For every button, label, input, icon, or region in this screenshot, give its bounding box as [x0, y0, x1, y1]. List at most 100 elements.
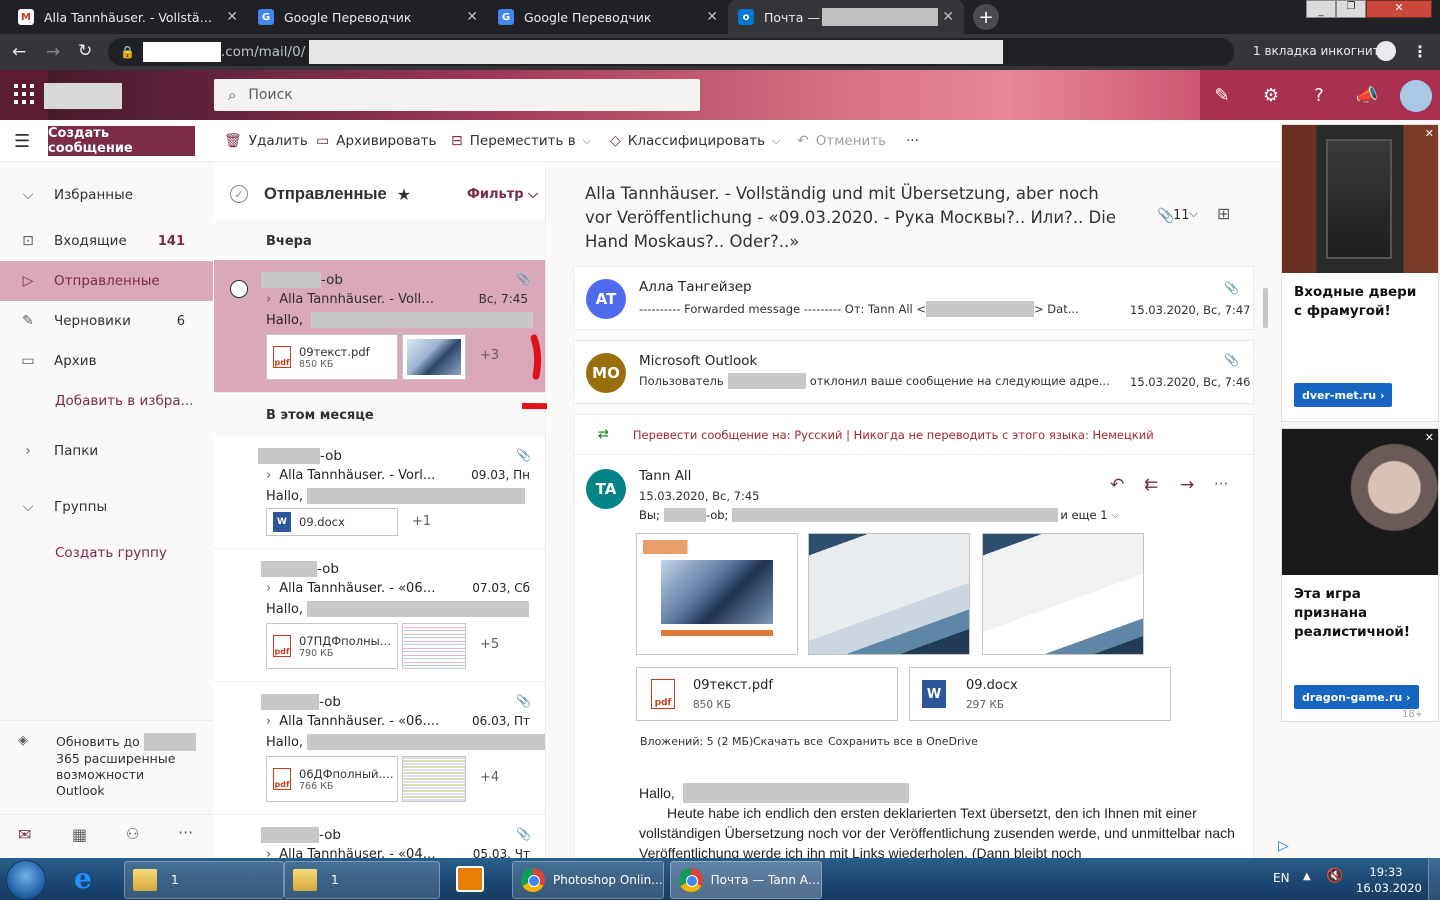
new-tab-button[interactable]: + — [973, 4, 999, 30]
attachment-chip[interactable]: pdf 07ПДФполный.... 790 КБ — [266, 623, 398, 669]
list-item[interactable]: -ob 📎 › Alla Tannhäuser. - Volls... Вс, … — [214, 260, 545, 393]
favorites-toggle[interactable]: ⌵ Избранные — [0, 175, 213, 215]
categorize-button[interactable]: ◇ Классифицировать ⌵ — [610, 120, 780, 162]
image-attachment[interactable] — [808, 533, 970, 655]
download-all-link[interactable]: Скачать все — [753, 735, 823, 748]
list-item[interactable]: -ob 📎 › Alla Tannhäuser. - Vorl... 09.03… — [214, 436, 545, 549]
close-icon[interactable]: ✕ — [942, 9, 954, 25]
restore-button[interactable]: ❐ — [1336, 0, 1366, 18]
nav-drafts[interactable]: ✎ Черновики 6 — [0, 301, 213, 341]
more-apps-icon[interactable]: ··· — [178, 823, 193, 842]
new-message-button[interactable]: Создать сообщение — [48, 126, 195, 156]
list-item[interactable]: -ob 📎 › Alla Tannhäuser. - «06.... 06.03… — [214, 682, 545, 815]
start-button[interactable] — [6, 860, 46, 900]
reply-all-icon[interactable]: ⇇ — [1144, 475, 1158, 495]
attachment-chip[interactable]: pdf 09текст.pdf 850 КБ — [266, 334, 398, 380]
ad-card[interactable]: ✕ Эта игра признана реалистичной! dragon… — [1281, 428, 1439, 722]
taskbar-chrome-mail[interactable]: Почта — Tann Al... — [670, 861, 822, 899]
volume-muted-icon[interactable]: 🔇 — [1326, 868, 1343, 884]
people-icon[interactable]: ⚇ — [126, 825, 139, 843]
nav-archive[interactable]: ▭ Архив — [0, 341, 213, 381]
app-launcher-icon[interactable] — [14, 84, 34, 104]
upgrade-banner[interactable]: ◈ Обновить до 365 расширенные возможност… — [0, 720, 213, 808]
file-attachment[interactable]: pdf 09текст.pdf 850 КБ — [636, 667, 898, 721]
browser-tab-translate-1[interactable]: G Google Переводчик ✕ — [248, 0, 488, 34]
ad-card[interactable]: ✕ Входные двери с фрамугой! dver-met.ru … — [1281, 124, 1439, 422]
list-item[interactable]: -ob › Alla Tannhäuser. - «06-... 07.03, … — [214, 549, 545, 682]
thread-item[interactable]: MO Microsoft Outlook Пользователь отклон… — [573, 340, 1254, 404]
close-window-button[interactable]: ✕ — [1366, 0, 1432, 18]
my-day-icon[interactable]: ✎ — [1207, 80, 1237, 110]
file-attachment[interactable]: W 09.docx 297 КБ — [909, 667, 1171, 721]
select-all-icon[interactable]: ✓ — [230, 185, 248, 203]
close-icon[interactable]: ✕ — [1425, 431, 1434, 444]
browser-menu-icon[interactable]: ⋮ — [1412, 42, 1428, 61]
groups-toggle[interactable]: ⌵ Группы — [0, 487, 213, 527]
show-hidden-icons-icon[interactable]: ▲ — [1303, 871, 1311, 882]
incognito-icon[interactable] — [1376, 41, 1396, 61]
folders-toggle[interactable]: › Папки — [0, 431, 213, 471]
language-indicator[interactable]: EN — [1273, 871, 1290, 885]
back-icon[interactable]: ← — [12, 42, 26, 62]
delete-button[interactable]: 🗑 Удалить — [224, 120, 308, 162]
browser-tab-outlook[interactable]: o Почта — ✕ — [728, 0, 964, 34]
adchoices-icon[interactable]: ▷ — [1278, 838, 1289, 854]
scrollbar-thumb[interactable] — [1263, 288, 1268, 328]
clock[interactable]: 19:33 16.03.2020 — [1356, 864, 1422, 896]
taskbar-folder-1[interactable]: 1 — [124, 861, 284, 899]
ad-link-button[interactable]: dver-met.ru › — [1294, 383, 1393, 407]
nav-inbox[interactable]: ⊡ Входящие 141 — [0, 221, 213, 261]
thread-item[interactable]: AT Алла Тангейзер ---------- Forwarded m… — [573, 266, 1254, 330]
settings-gear-icon[interactable]: ⚙ — [1256, 80, 1286, 110]
list-item[interactable]: -ob 📎 › Alla Tannhäuser. - «04-... 05.03… — [214, 815, 545, 858]
mail-icon[interactable]: ✉ — [18, 825, 31, 844]
help-icon[interactable]: ? — [1304, 80, 1334, 110]
attachment-thumbnail[interactable] — [402, 334, 466, 380]
more-actions-button[interactable]: ··· — [906, 120, 919, 162]
attachment-thumbnail[interactable] — [402, 623, 466, 669]
chevron-down-icon[interactable]: ⌵ — [1189, 206, 1198, 221]
filter-button[interactable]: Фильтр ⌵ — [467, 187, 538, 202]
calendar-icon[interactable]: ▦ — [72, 825, 87, 844]
minimize-button[interactable]: _ — [1306, 0, 1336, 18]
avatar[interactable] — [1400, 80, 1432, 112]
reload-icon[interactable]: ↻ — [78, 41, 92, 61]
image-attachment[interactable] — [982, 533, 1144, 655]
media-player-icon[interactable] — [456, 866, 484, 892]
more-icon[interactable]: ··· — [1214, 475, 1228, 493]
create-group-link[interactable]: Создать группу — [0, 533, 213, 573]
move-to-button[interactable]: ⊟ Переместить в ⌵ — [451, 120, 591, 162]
add-favorite-link[interactable]: Добавить в избра... — [0, 381, 213, 421]
nav-sent[interactable]: ▷ Отправленные — [0, 261, 213, 301]
url-field[interactable]: 🔒 .com/mail/0/ — [108, 38, 1234, 66]
show-desktop-button[interactable] — [1428, 858, 1440, 900]
image-attachment[interactable] — [636, 533, 798, 655]
feedback-megaphone-icon[interactable]: 📣 — [1352, 80, 1382, 110]
ad-link-button[interactable]: dragon-game.ru › — [1294, 685, 1419, 709]
open-new-window-icon[interactable]: ⊞ — [1217, 204, 1230, 223]
attachment-thumbnail[interactable] — [402, 756, 466, 802]
hamburger-icon[interactable]: ☰ — [14, 131, 30, 152]
taskbar-folder-2[interactable]: 1 — [284, 861, 440, 899]
star-icon[interactable]: ★ — [397, 185, 411, 204]
close-icon[interactable]: ✕ — [1425, 127, 1434, 140]
attachment-chip[interactable]: pdf 06ДФполный.pdf 766 КБ — [266, 756, 398, 802]
translate-link[interactable]: Перевести сообщение на: Русский | Никогд… — [633, 428, 1154, 442]
browser-tab-gmail[interactable]: M Alla Tannhäuser. - Vollständig un ✕ — [8, 0, 248, 34]
close-icon[interactable]: ✕ — [706, 9, 718, 25]
search-input[interactable]: ⌕ Поиск — [214, 79, 700, 111]
archive-button[interactable]: ▭ Архивировать — [316, 120, 436, 162]
chevron-down-icon[interactable]: ⌵ — [1112, 510, 1120, 521]
reply-icon[interactable]: ↶ — [1110, 475, 1124, 495]
forward-icon[interactable]: → — [46, 42, 60, 62]
browser-tab-translate-2[interactable]: G Google Переводчик ✕ — [488, 0, 728, 34]
forward-arrow-icon[interactable]: → — [1180, 475, 1194, 495]
close-icon[interactable]: ✕ — [226, 9, 238, 25]
attachment-chip[interactable]: W 09.docx — [266, 508, 398, 536]
undo-button[interactable]: ↶ Отменить — [797, 120, 886, 162]
close-icon[interactable]: ✕ — [466, 9, 478, 25]
save-onedrive-link[interactable]: Сохранить все в OneDrive — [828, 735, 978, 748]
taskbar-chrome-photoshop[interactable]: Photoshop Onlin... — [512, 861, 664, 899]
internet-explorer-icon[interactable]: e — [74, 864, 104, 894]
select-checkbox[interactable] — [230, 280, 248, 298]
